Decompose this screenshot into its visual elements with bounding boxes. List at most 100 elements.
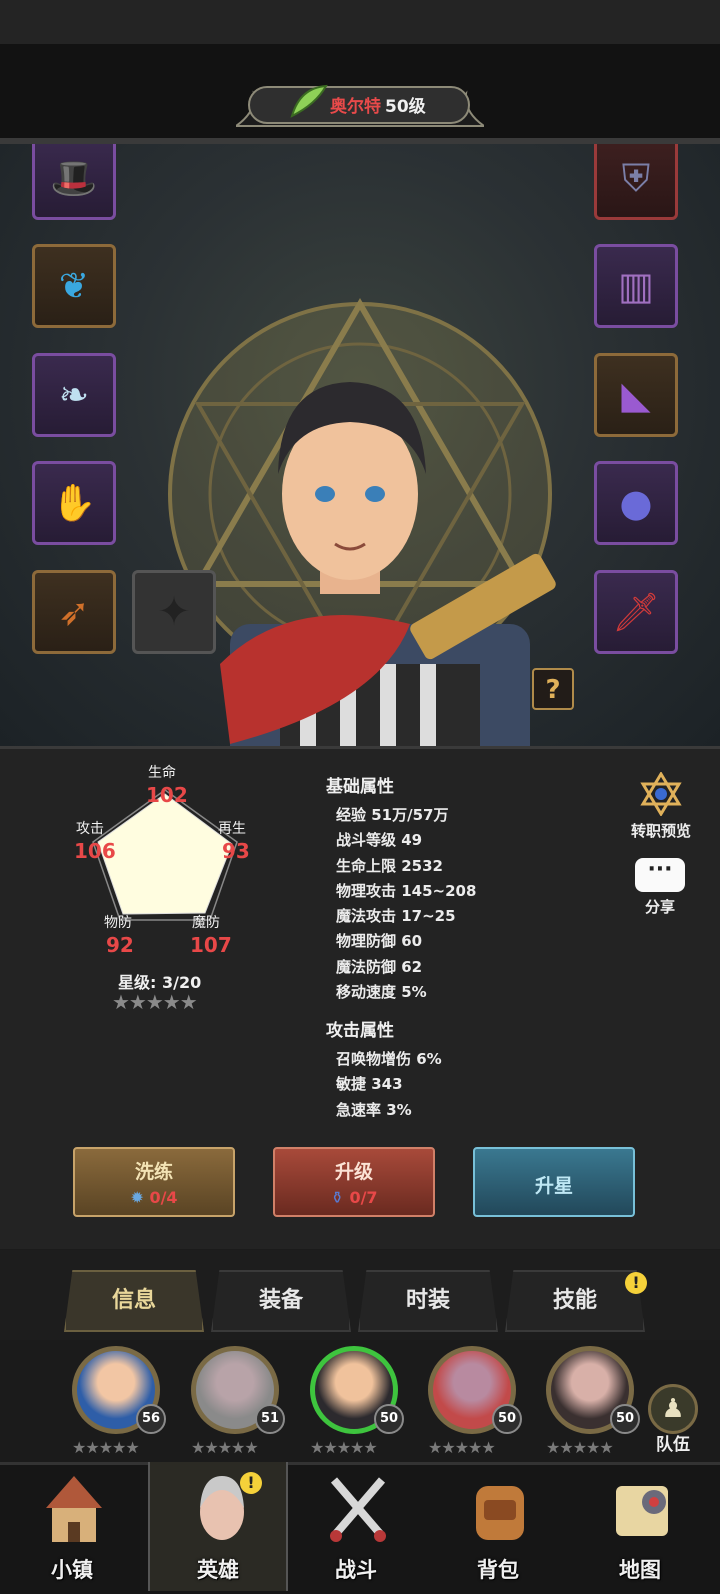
attr-line: 移动速度 5%	[336, 983, 427, 1002]
nav-backpack[interactable]: 背包	[428, 1462, 568, 1591]
stat-pdef-value: 92	[106, 933, 134, 957]
dagger-icon: 🗡	[611, 589, 661, 634]
hero-level-badge: 50	[374, 1404, 404, 1434]
share-button[interactable]: ··· 分享	[630, 858, 690, 917]
roster-hero[interactable]: 51 ★★★★★	[183, 1340, 287, 1460]
base-attributes-list: 经验 51万/57万 战斗等级 49 生命上限 2532 物理攻击 145~20…	[336, 803, 476, 1005]
hero-level-badge: 51	[255, 1404, 285, 1434]
refine-label: 洗练	[134, 1161, 173, 1183]
help-button[interactable]: ?	[532, 668, 574, 710]
equip-slot-gloves[interactable]: ✋	[32, 461, 116, 545]
stat-pdef-label: 物防	[104, 915, 132, 931]
attr-line: 魔法防御 62	[336, 957, 423, 976]
attr-line: 急速率 3%	[336, 1100, 412, 1119]
team-label: 队伍	[656, 1435, 690, 1455]
nav-map[interactable]: 地图	[570, 1462, 710, 1591]
hero-stars: ★★★★★	[546, 1438, 614, 1457]
equip-slot-dagger[interactable]: 🗡	[594, 570, 678, 654]
roster-hero-selected[interactable]: 50 ★★★★★	[302, 1340, 406, 1460]
equip-slot-charm[interactable]: ❧	[32, 353, 116, 437]
nav-map-label: 地图	[619, 1558, 661, 1582]
status-bar	[0, 0, 720, 44]
bow-icon: ➶	[58, 590, 90, 634]
stat-attack-label: 攻击	[76, 821, 104, 837]
map-scroll-icon	[616, 1486, 668, 1536]
town-house-icon	[46, 1476, 102, 1542]
attr-line: 物理攻击 145~208	[336, 881, 477, 900]
tab-skills[interactable]: 技能	[505, 1270, 645, 1332]
hero-title: 奥尔特 50级	[330, 92, 426, 117]
tab-info[interactable]: 信息	[64, 1270, 204, 1332]
equip-slot-pants[interactable]: ▥	[594, 244, 678, 328]
wings-charm-icon: ❧	[58, 374, 90, 416]
potion-icon: ⚱	[330, 1188, 344, 1207]
attr-line: 经验 51万/57万	[336, 806, 449, 824]
hero-stars: ★★★★★	[310, 1438, 378, 1457]
hero-stars: ★★★★★	[72, 1438, 140, 1457]
ring-icon: ●	[619, 481, 653, 525]
boots-icon: ◣	[621, 373, 651, 417]
team-button[interactable]: ♟ 队伍	[640, 1384, 706, 1455]
stat-mdef-label: 魔防	[192, 915, 220, 931]
stat-attack-value: 106	[74, 839, 116, 863]
stat-regen-label: 再生	[218, 821, 246, 837]
equip-slot-necklace[interactable]: ❦	[32, 244, 116, 328]
nav-town-label: 小镇	[51, 1558, 93, 1582]
upgrade-count: 0/7	[349, 1188, 378, 1207]
chess-pieces-icon: ♟	[648, 1384, 698, 1434]
nav-heroes-label: 英雄	[197, 1558, 239, 1582]
tab-equipment[interactable]: 装备	[211, 1270, 351, 1332]
hat-icon: 🎩	[50, 155, 98, 200]
equip-slot-weapon[interactable]: ➶	[32, 570, 116, 654]
gear-gem-icon: ✹	[130, 1188, 144, 1207]
crest-icon: ✦	[157, 589, 191, 635]
attr-line: 敏捷 343	[336, 1075, 403, 1094]
class-preview-button[interactable]: 转职预览	[622, 771, 700, 841]
attr-line: 魔法攻击 17~25	[336, 907, 456, 926]
nav-battle-label: 战斗	[335, 1558, 377, 1582]
stat-mdef-value: 107	[190, 933, 232, 957]
hero-stars: ★★★★★	[428, 1438, 496, 1457]
necklace-icon: ❦	[58, 265, 90, 307]
hero-display: 🎩 ❦ ❧ ✋ ➶ ✦ ⛨ ▥ ◣ ● 🗡 ?	[0, 138, 720, 746]
equip-slot-ring[interactable]: ●	[594, 461, 678, 545]
tab-costume[interactable]: 时装	[358, 1270, 498, 1332]
star-up-button[interactable]: 升星	[473, 1147, 635, 1217]
roster-hero[interactable]: 50 ★★★★★	[420, 1340, 524, 1460]
skills-alert-badge: !	[625, 1272, 647, 1294]
nav-town[interactable]: 小镇	[2, 1462, 142, 1591]
stat-life-value: 102	[146, 783, 188, 807]
attr-line: 物理防御 60	[336, 932, 423, 951]
hero-stars: ★★★★★	[191, 1438, 259, 1457]
equip-slot-hat[interactable]: 🎩	[32, 144, 116, 220]
star-up-label: 升星	[534, 1175, 573, 1197]
hero-level: 50级	[385, 97, 426, 117]
attack-attributes-title: 攻击属性	[326, 1021, 394, 1041]
hero-portrait	[220, 382, 556, 746]
nav-backpack-label: 背包	[477, 1558, 519, 1582]
refine-count: 0/4	[149, 1188, 178, 1207]
question-icon: ?	[545, 675, 561, 705]
leaf-class-icon	[290, 84, 328, 118]
backpack-icon	[476, 1486, 524, 1540]
pants-icon: ▥	[618, 264, 654, 308]
upgrade-button[interactable]: 升级 ⚱ 0/7	[273, 1147, 435, 1217]
equip-slot-boots[interactable]: ◣	[594, 353, 678, 437]
roster-hero[interactable]: 50 ★★★★★	[538, 1340, 642, 1460]
hero-level-badge: 56	[136, 1404, 166, 1434]
stat-regen-value: 93	[222, 839, 250, 863]
base-attributes-title: 基础属性	[326, 777, 394, 797]
equip-slot-offhand-empty[interactable]: ✦	[132, 570, 216, 654]
nav-battle[interactable]: 战斗	[286, 1462, 426, 1591]
attr-line: 召唤物增伤 6%	[336, 1050, 442, 1068]
equip-slot-armor[interactable]: ⛨	[594, 144, 678, 220]
gauntlet-icon: ✋	[51, 483, 97, 524]
refine-button[interactable]: 洗练 ✹ 0/4	[73, 1147, 235, 1217]
upgrade-count-row: ⚱ 0/7	[275, 1188, 433, 1207]
chat-bubble-icon: ···	[635, 858, 685, 892]
roster-hero[interactable]: 56 ★★★★★	[64, 1340, 168, 1460]
upgrade-label: 升级	[334, 1161, 373, 1183]
armor-icon: ⛨	[621, 155, 651, 200]
attack-attributes-list: 召唤物增伤 6% 敏捷 343 急速率 3%	[336, 1047, 442, 1123]
nav-heroes[interactable]: 英雄 !	[148, 1462, 288, 1591]
